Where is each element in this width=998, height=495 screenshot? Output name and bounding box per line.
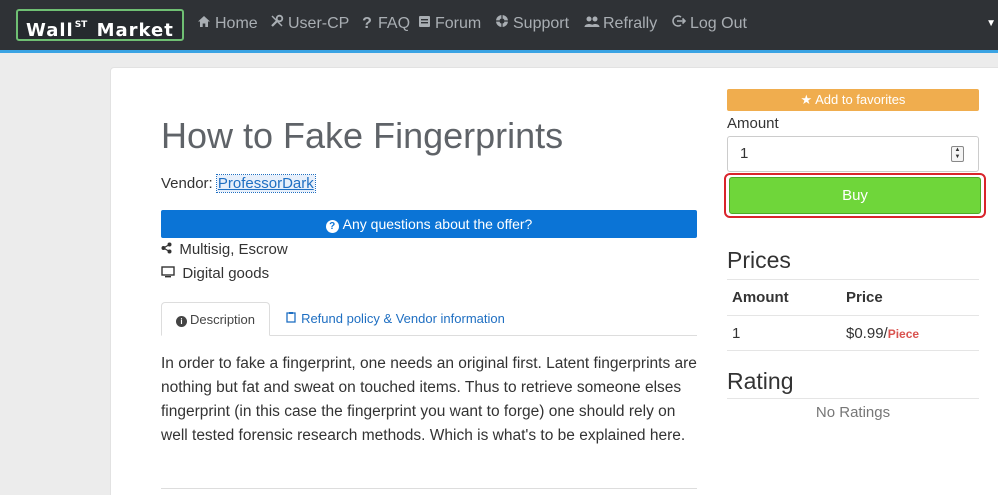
prices-heading-rule <box>727 279 979 280</box>
product-title: How to Fake Fingerprints <box>161 115 564 156</box>
amount-value: 1 <box>740 145 749 162</box>
brand-name-part: Market <box>96 20 174 41</box>
buy-button[interactable]: Buy <box>729 177 981 214</box>
product-description: In order to fake a fingerprint, one need… <box>161 355 697 444</box>
prices-col-amount: Amount <box>732 289 789 306</box>
category-text: Digital goods <box>182 265 270 282</box>
amount-spinner-icon[interactable]: ▲ ▼ <box>951 146 964 162</box>
nav-support[interactable]: Support <box>494 0 569 50</box>
price-unit: Piece <box>887 327 920 341</box>
nav-refrally[interactable]: Refrally <box>584 0 657 50</box>
tab-refund-policy[interactable]: Refund policy & Vendor information <box>286 302 505 336</box>
share-icon <box>161 242 175 257</box>
forum-icon <box>416 0 432 47</box>
prices-col-price: Price <box>846 289 883 306</box>
vendor-link[interactable]: ProfessorDark <box>215 174 316 193</box>
question-circle-icon: ? <box>325 220 339 233</box>
brand-spacer <box>89 20 96 41</box>
questions-button[interactable]: ? Any questions about the offer? <box>161 210 697 238</box>
rating-heading: Rating <box>727 368 794 394</box>
nav-logout[interactable]: Log Out <box>671 0 747 50</box>
prices-row-amount: 1 <box>732 325 741 342</box>
monitor-icon <box>161 266 178 281</box>
payment-text: Multisig, Escrow <box>179 241 288 258</box>
prices-header-rule <box>727 315 979 316</box>
brand-name-part: Wall <box>26 20 74 41</box>
vendor-line: Vendor: ProfessorDark <box>161 174 316 193</box>
nav-label: Forum <box>435 15 482 32</box>
user-menu-caret-icon[interactable]: ▼ <box>986 18 996 29</box>
prices-row-price: $0.99/Piece <box>846 325 919 342</box>
tab-label: Description <box>189 312 256 327</box>
clipboard-icon <box>286 312 299 326</box>
vendor-label: Vendor: <box>161 175 213 192</box>
payment-method: Multisig, Escrow <box>161 241 288 258</box>
prices-heading: Prices <box>727 247 791 273</box>
no-ratings-text: No Ratings <box>815 404 891 421</box>
nav-label: FAQ <box>378 15 411 32</box>
logout-icon <box>671 0 687 47</box>
nav-home[interactable]: Home <box>196 0 258 50</box>
price-value: $0.99/ <box>846 325 888 342</box>
nav-label: User-CP <box>288 15 350 32</box>
nav-forum[interactable]: Forum <box>416 0 481 50</box>
description-divider <box>161 488 697 489</box>
amount-input[interactable]: 1 ▲ ▼ <box>727 136 979 172</box>
info-icon: i <box>175 316 187 327</box>
nav-label: Home <box>215 15 258 32</box>
tab-label: Refund policy & Vendor information <box>301 311 505 326</box>
brand-superscript: ST <box>74 20 88 30</box>
home-icon <box>196 0 212 47</box>
nav-faq[interactable]: ? FAQ <box>359 0 410 50</box>
wrench-icon <box>269 0 285 47</box>
nav-label: Refrally <box>603 15 658 32</box>
top-navbar: WallST Market Home User-CP ? FAQ Forum Su… <box>0 0 998 53</box>
add-to-favorites-button[interactable]: ★ Add to favorites <box>727 89 979 111</box>
tab-description[interactable]: i Description <box>161 302 270 336</box>
amount-label: Amount <box>727 115 779 132</box>
nav-label: Log Out <box>690 15 747 32</box>
brand-logo[interactable]: WallST Market <box>16 9 184 41</box>
support-icon <box>494 0 510 47</box>
rating-heading-rule <box>727 398 979 399</box>
users-icon <box>584 0 600 47</box>
product-category: Digital goods <box>161 265 269 282</box>
question-icon: ? <box>362 15 372 32</box>
nav-user-cp[interactable]: User-CP <box>269 0 349 50</box>
questions-button-label: Any questions about the offer? <box>342 216 533 232</box>
prices-row-rule <box>727 350 979 351</box>
nav-label: Support <box>513 15 570 32</box>
